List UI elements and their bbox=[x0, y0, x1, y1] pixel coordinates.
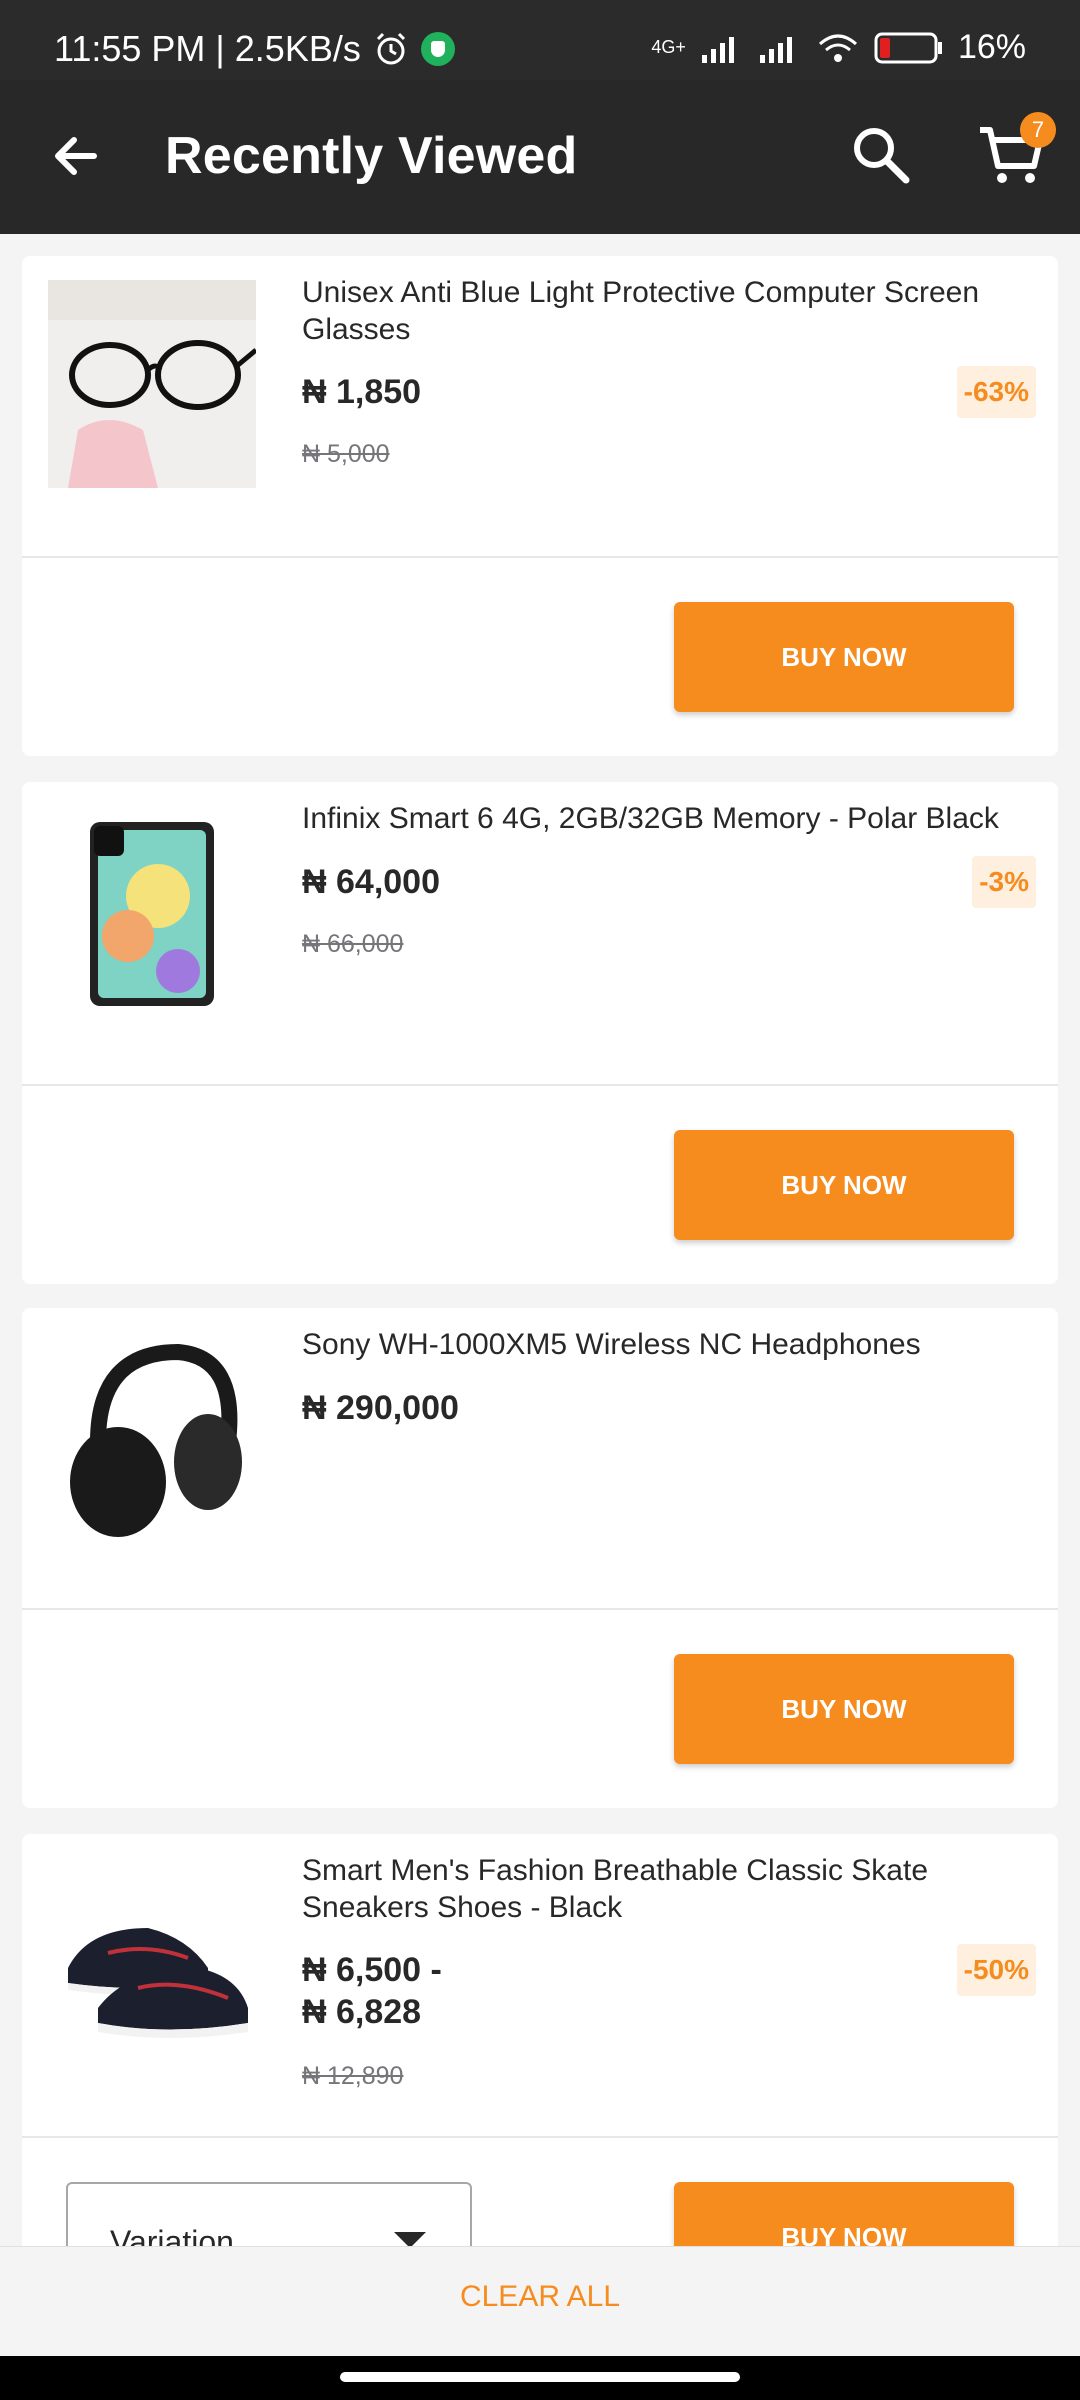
product-old-price: ₦ 66,000 bbox=[302, 930, 404, 958]
footer: CLEAR ALL bbox=[0, 2246, 1080, 2356]
buy-now-button[interactable]: BUY NOW bbox=[674, 1130, 1014, 1240]
product-old-price: ₦ 5,000 bbox=[302, 440, 390, 468]
buy-now-button[interactable]: BUY NOW bbox=[674, 1654, 1014, 1764]
product-card: Unisex Anti Blue Light Protective Comput… bbox=[22, 256, 1058, 756]
signal-icon bbox=[701, 36, 734, 63]
chevron-down-icon bbox=[394, 2232, 426, 2246]
status-time-speed: 11:55 PM | 2.5KB/s bbox=[54, 28, 361, 69]
battery-icon bbox=[874, 32, 942, 63]
variation-label: Variation bbox=[110, 2224, 234, 2246]
network-type: 4G+ bbox=[651, 37, 686, 57]
product-price: ₦ 1,850 bbox=[302, 373, 422, 411]
product-name[interactable]: Smart Men's Fashion Breathable Classic S… bbox=[302, 1852, 1022, 1926]
product-price: ₦ 290,000 bbox=[302, 1389, 459, 1427]
product-actions: BUY NOW bbox=[22, 558, 1058, 756]
discount-badge: -63% bbox=[956, 366, 1036, 418]
buy-now-button[interactable]: BUY NOW bbox=[674, 2182, 1014, 2246]
home-indicator[interactable] bbox=[340, 2372, 740, 2382]
product-info[interactable]: Smart Men's Fashion Breathable Classic S… bbox=[22, 1834, 1058, 2138]
product-actions: Variation BUY NOW bbox=[22, 2138, 1058, 2246]
security-app-icon bbox=[420, 32, 455, 66]
product-card: Infinix Smart 6 4G, 2GB/32GB Memory - Po… bbox=[22, 782, 1058, 1284]
product-name[interactable]: Sony WH-1000XM5 Wireless NC Headphones bbox=[302, 1326, 1022, 1363]
gesture-bar bbox=[0, 2356, 1080, 2400]
product-info[interactable]: Unisex Anti Blue Light Protective Comput… bbox=[22, 256, 1058, 558]
product-old-price: ₦ 12,890 bbox=[302, 2062, 404, 2090]
wifi-icon bbox=[818, 34, 857, 62]
variation-dropdown[interactable]: Variation bbox=[66, 2182, 472, 2246]
status-left: 11:55 PM | 2.5KB/s bbox=[54, 28, 455, 70]
product-image-glasses[interactable] bbox=[48, 280, 256, 488]
discount-badge: -50% bbox=[956, 1944, 1036, 1996]
product-image-phone[interactable] bbox=[48, 806, 256, 1014]
search-icon[interactable] bbox=[848, 122, 914, 188]
alarm-icon bbox=[376, 32, 405, 65]
page-title: Recently Viewed bbox=[165, 127, 578, 185]
status-bar: 11:55 PM | 2.5KB/s 4G+ 16% bbox=[0, 0, 1080, 80]
discount-badge: -3% bbox=[972, 856, 1036, 908]
product-price: ₦ 64,000 bbox=[302, 863, 440, 901]
product-image-headphones[interactable] bbox=[48, 1332, 256, 1540]
product-card: Sony WH-1000XM5 Wireless NC Headphones ₦… bbox=[22, 1308, 1058, 1808]
product-info[interactable]: Sony WH-1000XM5 Wireless NC Headphones ₦… bbox=[22, 1308, 1058, 1610]
product-price-min: ₦ 6,500 - bbox=[302, 1951, 442, 1989]
back-arrow-icon[interactable] bbox=[40, 120, 112, 192]
status-right: 4G+ 16% bbox=[651, 28, 1026, 67]
product-card: Smart Men's Fashion Breathable Classic S… bbox=[22, 1834, 1058, 2246]
product-name[interactable]: Infinix Smart 6 4G, 2GB/32GB Memory - Po… bbox=[302, 800, 1022, 837]
app-bar: Recently Viewed 7 bbox=[0, 80, 1080, 234]
signal-icon-2 bbox=[759, 36, 792, 63]
battery-level: 16% bbox=[957, 28, 1026, 66]
buy-now-button[interactable]: BUY NOW bbox=[674, 602, 1014, 712]
product-info[interactable]: Infinix Smart 6 4G, 2GB/32GB Memory - Po… bbox=[22, 782, 1058, 1086]
recently-viewed-list: Unisex Anti Blue Light Protective Comput… bbox=[0, 234, 1080, 2246]
product-actions: BUY NOW bbox=[22, 1610, 1058, 1808]
product-name[interactable]: Unisex Anti Blue Light Protective Comput… bbox=[302, 274, 1022, 348]
clear-all-button[interactable]: CLEAR ALL bbox=[0, 2247, 1080, 2357]
product-actions: BUY NOW bbox=[22, 1086, 1058, 1284]
cart-count-badge: 7 bbox=[1020, 112, 1056, 148]
product-image-sneakers[interactable] bbox=[48, 1858, 256, 2066]
product-price-max: ₦ 6,828 bbox=[302, 1993, 422, 2031]
